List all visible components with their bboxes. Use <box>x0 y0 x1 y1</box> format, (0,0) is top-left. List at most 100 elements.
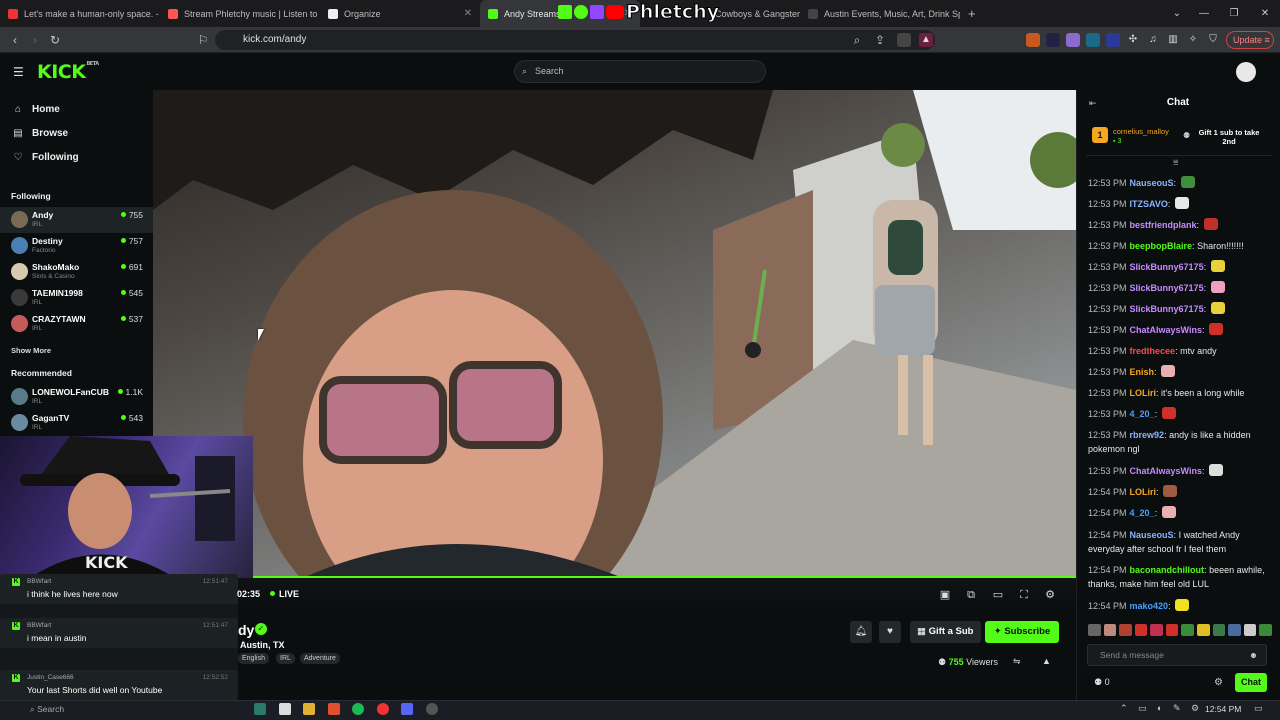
vpn-icon[interactable]: ⛉ <box>1206 33 1220 47</box>
chat-username[interactable]: LOLiri <box>1130 487 1157 497</box>
miniplayer-icon[interactable]: ▣ <box>939 589 951 601</box>
sidebar-channel-andy[interactable]: Andy IRL 755 <box>0 207 153 233</box>
emote-icon[interactable] <box>1119 624 1132 636</box>
brave-shield-icon[interactable] <box>897 33 911 47</box>
chat-username[interactable]: SlickBunny67175 <box>1130 304 1204 314</box>
spotify-icon[interactable] <box>352 703 364 715</box>
chat-username[interactable]: Enish <box>1130 367 1155 377</box>
extension-icon[interactable] <box>1046 33 1060 47</box>
forward-icon[interactable]: › <box>27 32 43 48</box>
reload-icon[interactable]: ↻ <box>47 32 63 48</box>
chat-username[interactable]: fredthecee <box>1130 346 1176 356</box>
emote-icon[interactable] <box>1259 624 1272 636</box>
chat-username[interactable]: ChatAlwaysWins <box>1130 466 1202 476</box>
taskbar-clock[interactable]: 12:54 PM <box>1205 704 1241 714</box>
stream-tag[interactable]: Adventure <box>300 653 340 664</box>
emote-icon[interactable] <box>1197 624 1210 636</box>
chat-settings-icon[interactable]: ⚙ <box>1214 677 1223 688</box>
filter-icon[interactable]: ⩸ <box>1173 157 1178 168</box>
new-tab-button[interactable]: + <box>960 0 980 27</box>
url-bar[interactable]: kick.com/andy <box>215 30 935 50</box>
update-button[interactable]: Update ≡ <box>1226 31 1274 49</box>
browser-tab[interactable]: Stream Phletchy music | Listen to so✕ <box>160 0 320 27</box>
sidebar-toggle-icon[interactable]: ▥ <box>1166 33 1180 47</box>
chat-username[interactable]: 4_20_ <box>1130 508 1155 518</box>
emote-icon[interactable] <box>1243 624 1257 636</box>
nav-home[interactable]: ⌂ Home <box>12 104 60 115</box>
emote-icon[interactable] <box>1088 624 1101 636</box>
taskbar-app-icon[interactable] <box>279 703 291 715</box>
fullscreen-icon[interactable]: ⛶ <box>1018 589 1030 601</box>
subscribe-button[interactable]: ✦ Subscribe <box>985 621 1059 643</box>
maximize-icon[interactable]: ❐ <box>1219 0 1249 27</box>
notification-icon[interactable]: ▭ <box>1254 703 1263 714</box>
extension-icon[interactable] <box>1086 33 1100 47</box>
emote-icon[interactable] <box>1150 624 1163 636</box>
sidebar-channel-crazytawn[interactable]: CRAZYTAWN IRL 537 <box>0 311 153 337</box>
minimize-icon[interactable]: — <box>1189 0 1219 27</box>
chat-input[interactable]: Send a message ☻ <box>1087 644 1267 666</box>
taskbar-search[interactable]: ⌕ Search <box>30 704 64 715</box>
show-more-link[interactable]: Show More <box>11 346 51 355</box>
taskbar-app-icon[interactable] <box>254 703 266 715</box>
obs-icon[interactable] <box>426 703 438 715</box>
window-close-icon[interactable]: ✕ <box>1250 0 1280 27</box>
gift-sub-cta[interactable]: Gift 1 sub to take 2nd <box>1198 128 1260 146</box>
channel-points[interactable]: ⚉ 0 <box>1094 677 1110 688</box>
emote-icon[interactable] <box>1228 624 1241 636</box>
zoom-icon[interactable]: ⌕ <box>849 32 865 48</box>
bookmark-icon[interactable]: ⚐ <box>195 32 211 48</box>
extensions-puzzle-icon[interactable]: ✣ <box>1126 33 1140 47</box>
share-icon[interactable]: ⇪ <box>872 32 888 48</box>
stream-tag[interactable]: English <box>238 653 269 664</box>
folder-icon[interactable] <box>303 703 315 715</box>
emote-icon[interactable] <box>1212 624 1226 636</box>
system-tray[interactable]: ⌃ ▭ ◐ ✎ ⚙ <box>1120 703 1203 714</box>
notification-bell-icon[interactable]: 🔔︎ <box>850 621 872 643</box>
sidebar-channel-shakomako[interactable]: ShakoMako Slots & Casino 691 <box>0 259 153 285</box>
tab-search-icon[interactable]: ⌄ <box>1162 0 1192 27</box>
emote-icon[interactable] <box>1165 624 1179 636</box>
chat-username[interactable]: ChatAlwaysWins <box>1130 325 1202 335</box>
record-icon[interactable] <box>377 703 389 715</box>
sidebar-channel-lonewolfancub[interactable]: LONEWOLFanCUB IRL 1.1K <box>0 384 153 410</box>
browser-tab[interactable]: Let's make a human-only space. - Yo✕ <box>0 0 160 27</box>
chat-username[interactable]: baconandchillout <box>1130 565 1205 575</box>
kick-logo[interactable]: KICKBETA <box>37 61 99 83</box>
leo-icon[interactable]: ✧ <box>1186 33 1200 47</box>
nav-browse[interactable]: ▤ Browse <box>12 128 68 139</box>
sidebar-channel-destiny[interactable]: Destiny Factorio 757 <box>0 233 153 259</box>
chat-username[interactable]: LOLiri <box>1130 388 1157 398</box>
sidebar-channel-taemin1998[interactable]: TAEMIN1998 IRL 545 <box>0 285 153 311</box>
emoji-icon[interactable]: ☻ <box>1249 645 1258 665</box>
emote-icon[interactable] <box>1134 624 1148 636</box>
follow-heart-icon[interactable]: ♥ <box>879 621 901 643</box>
nav-following[interactable]: ♡ Following <box>12 152 79 163</box>
chat-username[interactable]: NauseouS <box>1130 178 1174 188</box>
chat-username[interactable]: 4_20_ <box>1130 409 1155 419</box>
brave-icon[interactable] <box>328 703 340 715</box>
back-icon[interactable]: ‹ <box>7 32 23 48</box>
stream-tag[interactable]: IRL <box>276 653 295 664</box>
chat-username[interactable]: SlickBunny67175 <box>1130 283 1204 293</box>
extension-icon[interactable] <box>1066 33 1080 47</box>
browser-tab[interactable]: Austin Events, Music, Art, Drink Spe✕ <box>800 0 960 27</box>
theater-mode-icon[interactable]: ▭ <box>992 589 1004 601</box>
emote-icon[interactable] <box>1181 624 1195 636</box>
chat-username[interactable]: ITZSAVO <box>1130 199 1168 209</box>
settings-gear-icon[interactable]: ⚙ <box>1044 589 1056 601</box>
chat-username[interactable]: mako420 <box>1130 601 1169 611</box>
clip-icon[interactable]: ⧉ <box>965 589 977 601</box>
chat-username[interactable]: NauseouS <box>1130 530 1174 540</box>
streamer-name[interactable]: dy <box>238 622 254 638</box>
browser-tab[interactable]: Organize ✕ <box>320 0 480 27</box>
chat-username[interactable]: SlickBunny67175 <box>1130 262 1204 272</box>
discord-icon[interactable] <box>401 703 413 715</box>
search-input[interactable]: ⌕ Search <box>514 60 766 83</box>
media-icon[interactable]: ♫ <box>1146 33 1160 47</box>
emote-icon[interactable] <box>1103 624 1117 636</box>
extension-icon[interactable] <box>1106 33 1120 47</box>
menu-icon[interactable]: ☰ <box>13 65 24 79</box>
close-icon[interactable]: ✕ <box>458 8 472 19</box>
report-icon[interactable]: ▲ <box>1042 656 1051 666</box>
